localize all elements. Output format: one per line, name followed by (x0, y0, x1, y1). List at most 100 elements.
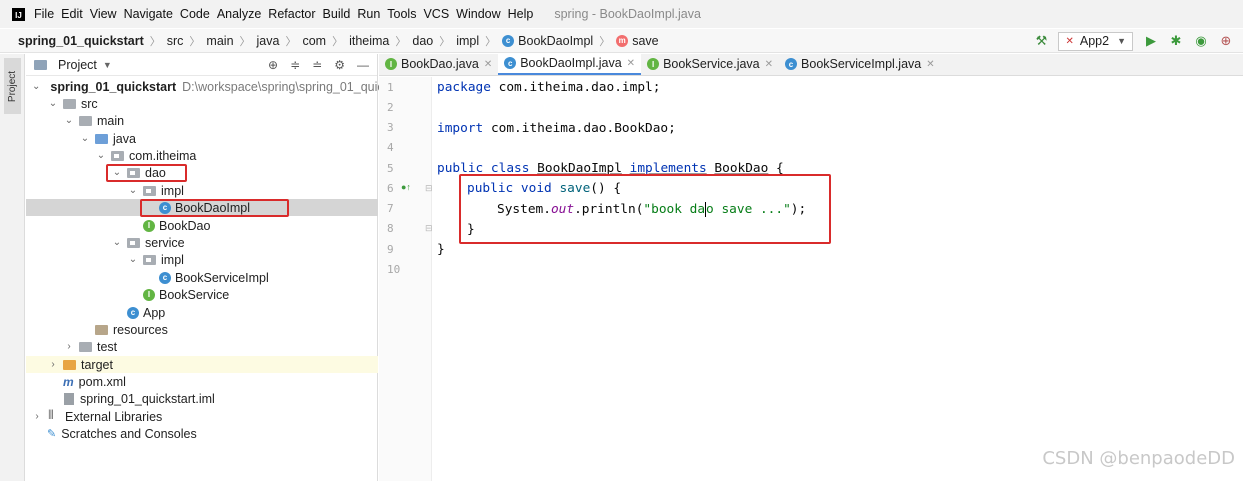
tab-bookdao[interactable]: I BookDao.java ✕ (379, 53, 498, 75)
tree-item-pom[interactable]: m pom.xml (26, 373, 378, 390)
tree-item-app[interactable]: c App (26, 304, 378, 321)
breadcrumb-method[interactable]: m save (616, 34, 659, 48)
breadcrumb-class[interactable]: c BookDaoImpl (502, 34, 593, 48)
breadcrumb-main[interactable]: main (206, 34, 233, 48)
chevron-right-icon[interactable]: › (32, 411, 42, 422)
close-icon[interactable]: ✕ (765, 59, 773, 70)
tree-item-label: test (97, 339, 118, 354)
tree-item-src[interactable]: ⌄ src (26, 95, 378, 112)
hide-icon[interactable]: — (357, 58, 369, 72)
menu-build[interactable]: Build (323, 7, 351, 21)
project-panel-title[interactable]: Project (58, 58, 97, 72)
tab-bookdaoimpl[interactable]: c BookDaoImpl.java ✕ (498, 53, 642, 75)
code-editor[interactable]: package com.itheima.dao.impl; import com… (433, 77, 1243, 481)
menu-edit[interactable]: Edit (61, 7, 83, 21)
chevron-right-icon[interactable]: › (64, 341, 74, 352)
tree-item-label: java (113, 131, 136, 146)
project-tool-window-tab[interactable]: Project (4, 58, 21, 114)
tree-item-service[interactable]: ⌄ service (26, 234, 378, 251)
menu-file[interactable]: File (34, 7, 54, 21)
breadcrumb-separator: 〉 (485, 35, 497, 48)
breadcrumb-separator: 〉 (285, 35, 297, 48)
debug-icon[interactable]: ✱ (1168, 33, 1184, 49)
folder-icon (63, 98, 76, 109)
tab-bookserviceimpl[interactable]: c BookServiceImpl.java ✕ (779, 53, 941, 75)
menu-view[interactable]: View (90, 7, 117, 21)
line-number: 1 (387, 81, 394, 94)
code-token: public class (437, 160, 530, 176)
breadcrumb-java[interactable]: java (257, 34, 280, 48)
tree-item-main[interactable]: ⌄ main (26, 112, 378, 129)
menu-help[interactable]: Help (508, 7, 534, 21)
breadcrumb-project[interactable]: spring_01_quickstart (18, 34, 144, 48)
tab-bookservice[interactable]: I BookService.java ✕ (641, 53, 779, 75)
menu-vcs[interactable]: VCS (423, 7, 449, 21)
editor-gutter[interactable]: 1 2 3 4 5 6 7 8 9 10 ●↑ ⊟ ⊟ (379, 77, 433, 481)
tree-item-test[interactable]: › test (26, 338, 378, 355)
code-token: BookDao (714, 160, 769, 176)
menu-refactor[interactable]: Refactor (268, 7, 315, 21)
chevron-right-icon[interactable]: › (48, 359, 58, 370)
tree-item-dao-impl[interactable]: ⌄ impl (26, 182, 378, 199)
breadcrumb-itheima[interactable]: itheima (349, 34, 389, 48)
tree-item-java[interactable]: ⌄ java (26, 130, 378, 147)
breadcrumb-dao[interactable]: dao (412, 34, 433, 48)
menu-tools[interactable]: Tools (387, 7, 416, 21)
tree-item-resources[interactable]: resources (26, 321, 378, 338)
chevron-down-icon[interactable]: ⌄ (80, 133, 90, 144)
run-icon[interactable]: ▶ (1143, 33, 1159, 49)
tree-item-book-service-impl[interactable]: c BookServiceImpl (26, 269, 378, 286)
chevron-down-icon[interactable]: ▼ (103, 60, 112, 70)
tree-item-scratches[interactable]: ✎ Scratches and Consoles (26, 425, 378, 442)
tree-item-service-impl[interactable]: ⌄ impl (26, 251, 378, 268)
locate-icon[interactable]: ⊕ (268, 58, 278, 72)
menu-window[interactable]: Window (456, 7, 500, 21)
tree-item-book-dao[interactable]: I BookDao (26, 217, 378, 234)
tree-item-label: Scratches and Consoles (61, 426, 197, 441)
chevron-down-icon[interactable]: ⌄ (128, 254, 138, 265)
run-configuration-select[interactable]: ✕ App2 ▼ (1058, 31, 1133, 51)
tree-item-external-libraries[interactable]: › External Libraries (26, 408, 378, 425)
tree-item-com-itheima[interactable]: ⌄ com.itheima (26, 147, 378, 164)
menu-navigate[interactable]: Navigate (124, 7, 173, 21)
tree-item-dao[interactable]: ⌄ dao (26, 164, 378, 181)
line-number: 9 (387, 243, 394, 256)
class-icon: c (504, 57, 517, 69)
menu-run[interactable]: Run (357, 7, 380, 21)
interface-icon: I (143, 288, 155, 301)
gear-icon[interactable]: ⚙ (334, 58, 345, 72)
chevron-down-icon[interactable]: ⌄ (64, 115, 74, 126)
menu-code[interactable]: Code (180, 7, 210, 21)
tree-item-book-service[interactable]: I BookService (26, 286, 378, 303)
fold-icon[interactable]: ⊟ (425, 183, 433, 194)
fold-end-icon[interactable]: ⊟ (425, 223, 433, 234)
expand-all-icon[interactable]: ≑ (290, 58, 300, 72)
chevron-down-icon[interactable]: ⌄ (112, 167, 122, 178)
chevron-down-icon[interactable]: ⌄ (112, 237, 122, 248)
chevron-down-icon[interactable]: ⌄ (48, 98, 58, 109)
tree-item-project-root[interactable]: ⌄ spring_01_quickstart D:\workspace\spri… (26, 78, 384, 95)
implements-method-icon[interactable]: ●↑ (401, 182, 411, 192)
hammer-icon[interactable]: ⚒ (1033, 33, 1049, 49)
close-icon[interactable]: ✕ (627, 58, 635, 69)
menu-analyze[interactable]: Analyze (217, 7, 261, 21)
project-tab-label: Project (7, 70, 18, 102)
chevron-down-icon[interactable]: ⌄ (32, 81, 40, 92)
tree-item-book-dao-impl[interactable]: c BookDaoImpl (26, 199, 378, 216)
coverage-icon[interactable]: ◉ (1193, 33, 1209, 49)
chevron-down-icon[interactable]: ⌄ (128, 185, 138, 196)
collapse-all-icon[interactable]: ≐ (312, 58, 322, 72)
breadcrumb-com[interactable]: com (302, 34, 326, 48)
close-icon[interactable]: ✕ (484, 59, 492, 70)
tree-item-iml[interactable]: spring_01_quickstart.iml (26, 390, 378, 407)
close-icon[interactable]: ✕ (926, 59, 934, 70)
profile-icon[interactable]: ⊕ (1218, 33, 1234, 49)
breadcrumb-impl[interactable]: impl (456, 34, 479, 48)
chevron-down-icon[interactable]: ⌄ (96, 150, 106, 161)
runnable-class-icon: c (127, 306, 139, 319)
tree-item-target[interactable]: › target (26, 356, 378, 373)
breadcrumb-src[interactable]: src (167, 34, 184, 48)
package-icon (111, 150, 124, 161)
